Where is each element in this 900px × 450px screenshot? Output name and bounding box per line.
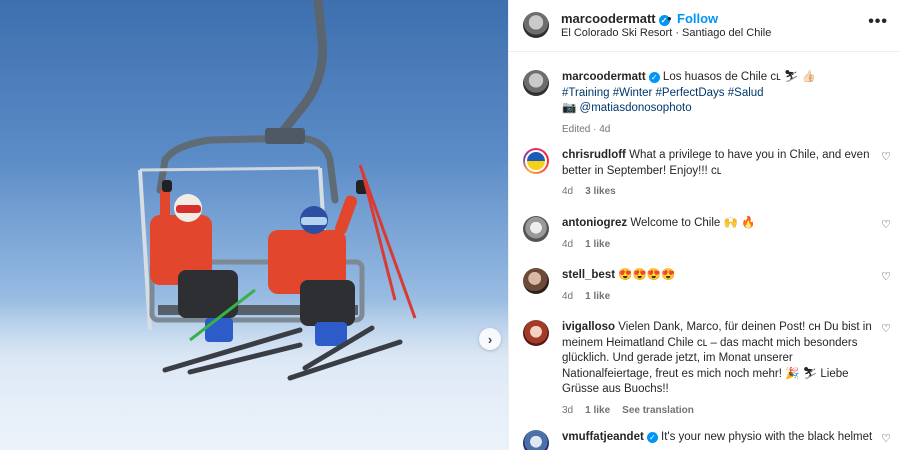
comment-time: 3d (562, 404, 574, 416)
heart-icon[interactable]: ♡ (881, 432, 891, 445)
comment-likes[interactable]: 1 like (585, 239, 610, 250)
next-image-button[interactable]: › (479, 328, 501, 350)
comment-time: 4d (562, 238, 574, 250)
comment-text: It's your new physio with the black helm… (661, 431, 873, 443)
heart-icon[interactable]: ♡ (881, 150, 891, 163)
author-username[interactable]: marcoodermatt ✓ (561, 11, 670, 26)
avatar[interactable] (523, 268, 549, 294)
photo-credit-link[interactable]: @matiasdonosophoto (580, 102, 692, 114)
comment-time: 4d (562, 186, 574, 197)
avatar[interactable] (523, 12, 549, 38)
post-header: marcoodermatt ✓ • Follow El Colorado Ski … (509, 0, 900, 52)
caption-meta: Edited · 4d (562, 123, 611, 135)
post-details-panel: marcoodermatt ✓ • Follow El Colorado Ski … (508, 0, 900, 450)
verified-icon: ✓ (648, 72, 660, 83)
chairlift-illustration (138, 0, 417, 381)
comment-username[interactable]: antoniogrez (562, 217, 627, 229)
caption-username[interactable]: marcoodermatt (562, 71, 646, 83)
follow-button[interactable]: Follow (677, 11, 718, 26)
avatar[interactable] (523, 216, 549, 242)
post-image: › (0, 0, 508, 450)
camera-icon: 📷 (562, 102, 577, 114)
comment-likes[interactable]: 3 likes (585, 186, 616, 197)
comment-username[interactable]: chrisrudloff (562, 149, 626, 161)
heart-icon[interactable]: ♡ (881, 322, 891, 335)
location-link[interactable]: El Colorado Ski Resort · Santiago del Ch… (561, 27, 771, 39)
more-options-icon[interactable]: ••• (868, 13, 888, 31)
comment-time: 4d (562, 290, 574, 302)
avatar[interactable] (523, 148, 549, 174)
heart-icon[interactable]: ♡ (881, 270, 891, 283)
verified-icon: ✓ (646, 432, 658, 443)
comment-text: 😍😍😍😍 (618, 269, 676, 281)
comment-username[interactable]: vmuffatjeandet (562, 431, 644, 443)
avatar[interactable] (523, 70, 549, 96)
comment-likes[interactable]: 1 like (585, 291, 610, 302)
comment-username[interactable]: ivigalloso (562, 321, 615, 333)
see-translation-link[interactable]: See translation (622, 405, 694, 416)
hashtags[interactable]: #Training #Winter #PerfectDays #Salud (562, 87, 764, 99)
comment-text: Welcome to Chile 🙌 🔥 (630, 217, 756, 229)
avatar[interactable] (523, 430, 549, 450)
comment-username[interactable]: stell_best (562, 269, 615, 281)
caption-text: Los huasos de Chile ᴄʟ ⛷ 👍🏻 (662, 71, 817, 83)
avatar[interactable] (523, 320, 549, 346)
heart-icon[interactable]: ♡ (881, 218, 891, 231)
comment-likes[interactable]: 1 like (585, 405, 610, 416)
separator-dot: • (667, 11, 672, 26)
